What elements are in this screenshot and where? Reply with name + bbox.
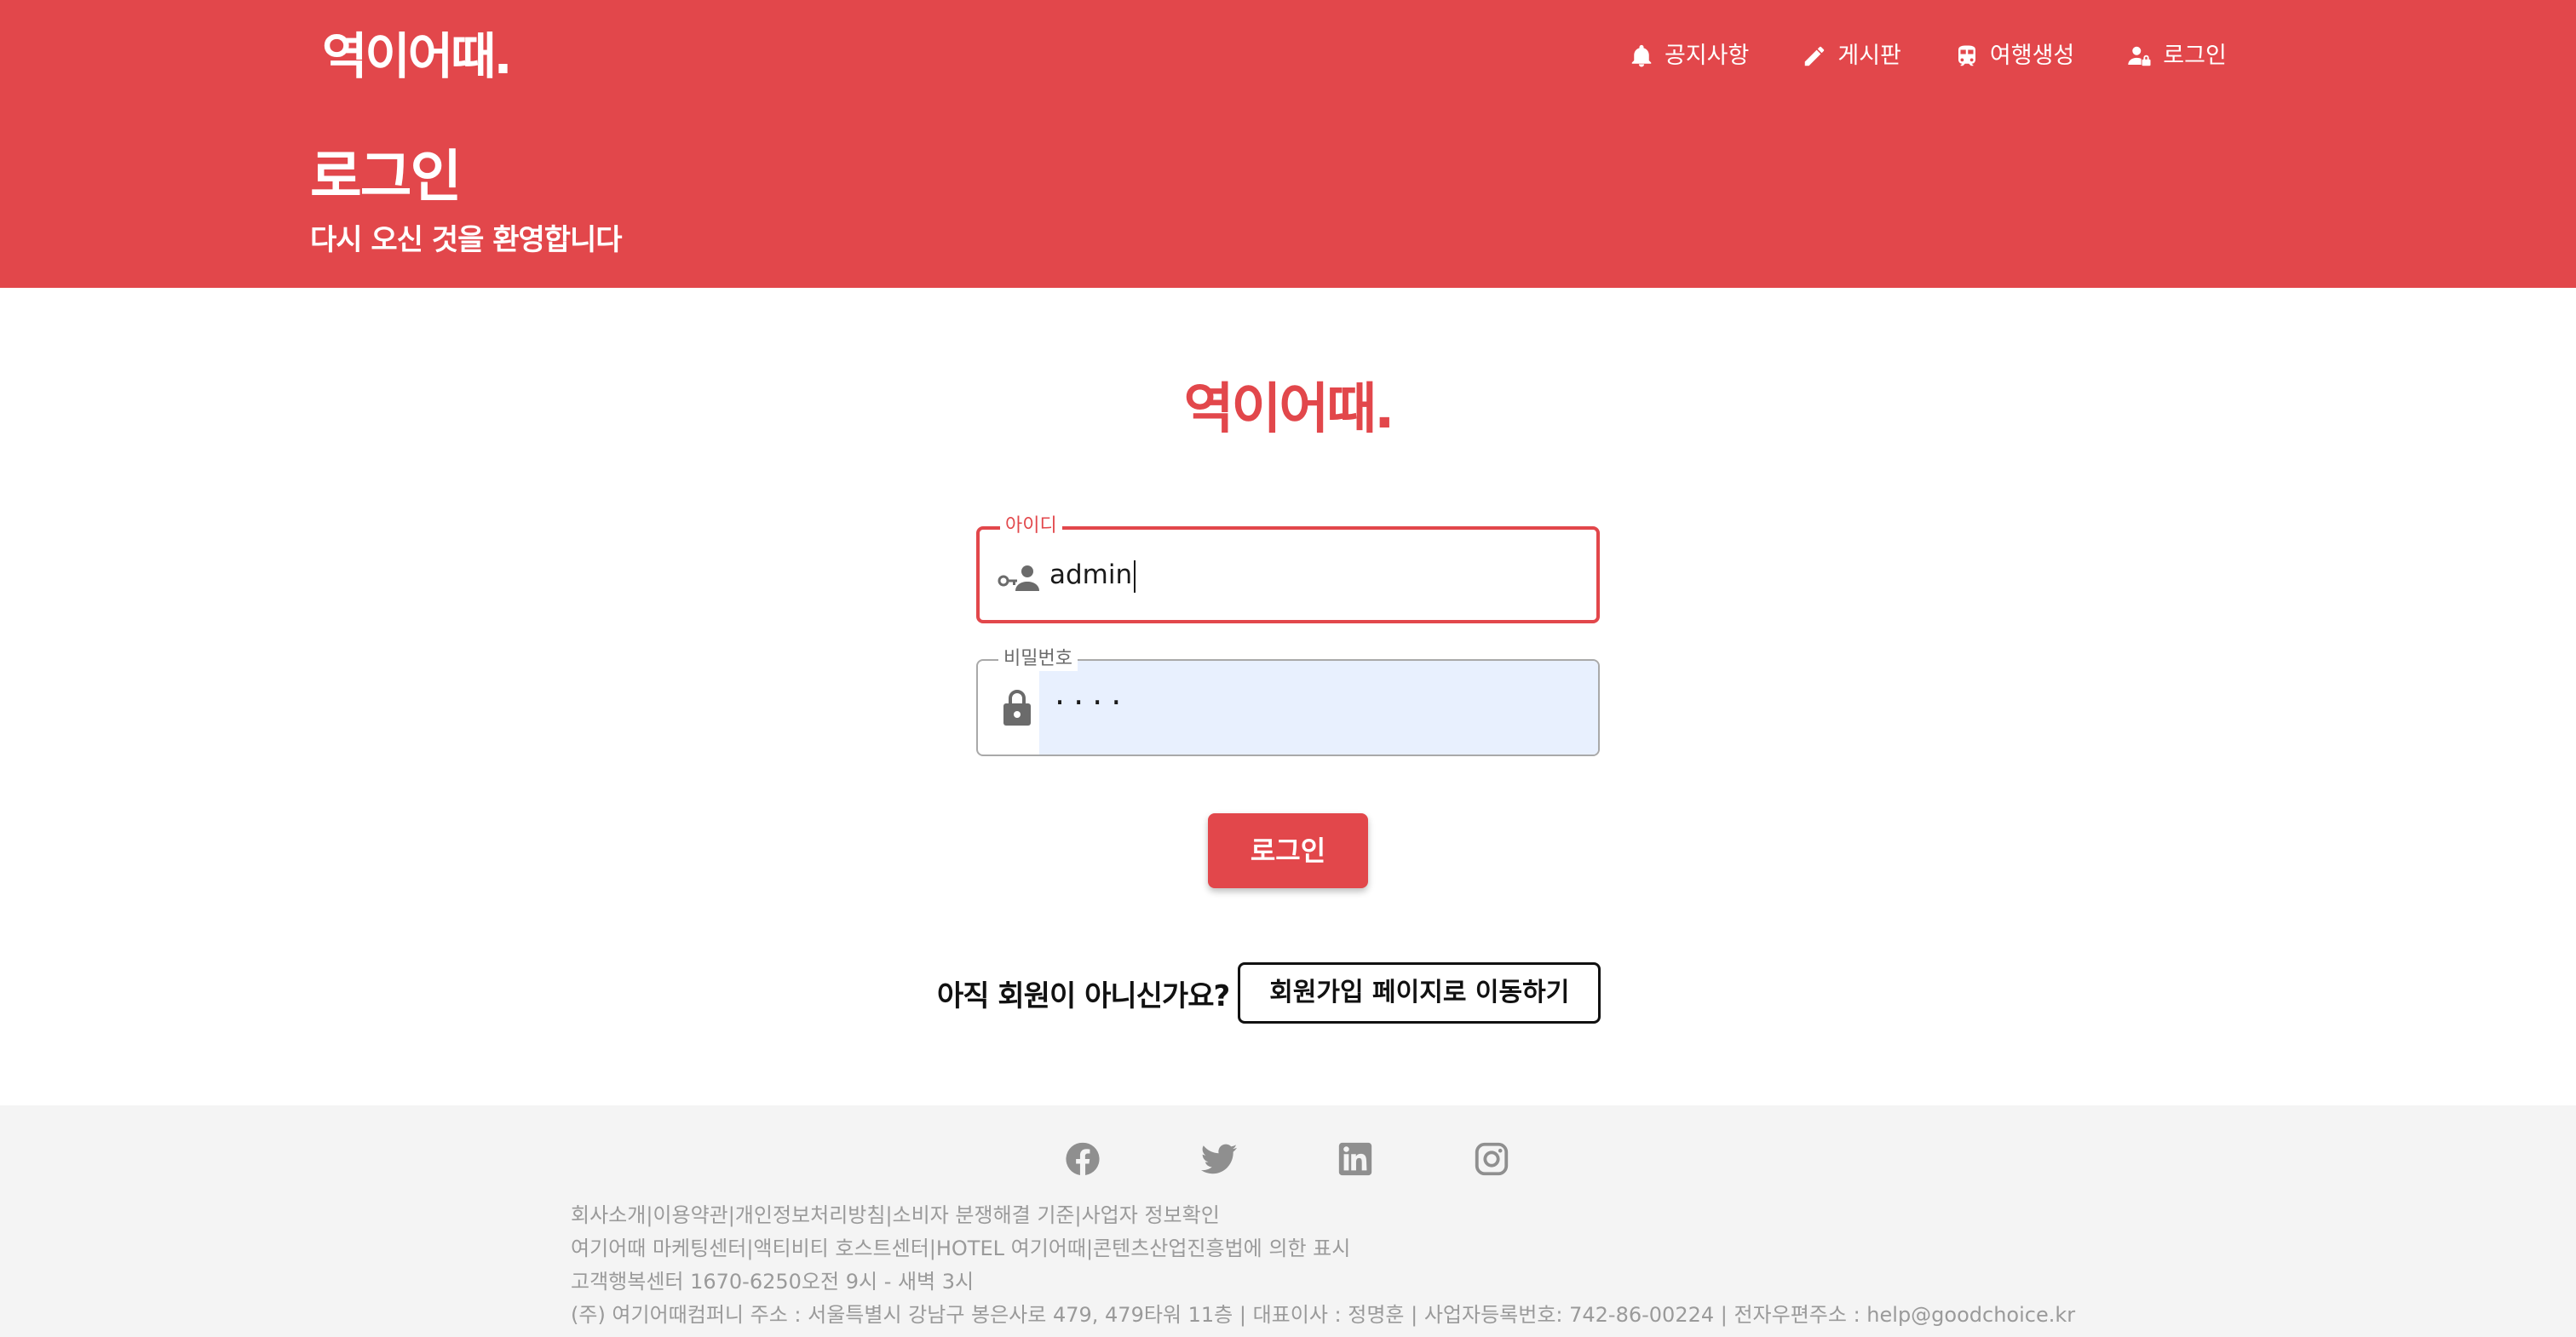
footer-company-info: (주) 여기어때컴퍼니 주소 : 서울특별시 강남구 봉은사로 479, 479…: [571, 1303, 2076, 1327]
id-input[interactable]: admin: [1049, 554, 1136, 596]
signup-button[interactable]: 회원가입 페이지로 이동하기: [1238, 962, 1601, 1024]
train-icon: [1958, 45, 1975, 66]
nav-item-login[interactable]: 로그인: [2127, 32, 2227, 80]
page-footer: 회사소개|이용약관|개인정보처리방침|소비자 분쟁해결 기준|사업자 정보확인 …: [0, 1105, 2576, 1337]
instagram-link[interactable]: [1472, 1139, 1511, 1179]
pencil-icon: [1805, 46, 1825, 66]
facebook-icon: [1066, 1142, 1100, 1175]
password-input[interactable]: ····: [1055, 681, 1130, 724]
id-field-label: 아이디: [1000, 514, 1062, 538]
password-field[interactable]: 비밀번호 ····: [976, 647, 1600, 756]
twitter-link[interactable]: [1199, 1139, 1239, 1179]
user-key-icon: [998, 565, 1039, 591]
twitter-icon: [1200, 1144, 1238, 1174]
facebook-link[interactable]: [1063, 1139, 1102, 1179]
nav-item-create-trip[interactable]: 여행생성: [1954, 32, 2074, 80]
page-header: 역이어때. 공지사항 게시판 여행생성 로그인 로그인 다시 오신 것을 환영합…: [0, 0, 2576, 288]
signup-question: 아직 회원이 아니신가요?: [937, 978, 1230, 1013]
footer-partner-links[interactable]: 여기어때 마케팅센터|액티비티 호스트센터|HOTEL 여기어때|콘텐츠산업진흥…: [571, 1232, 2075, 1265]
bell-icon: [1631, 44, 1652, 67]
login-logo: 역이어때.: [1183, 378, 1395, 441]
page-subtitle: 다시 오신 것을 환영합니다: [310, 223, 623, 257]
nav-item-label: 공지사항: [1665, 43, 1750, 69]
footer-links[interactable]: 회사소개|이용약관|개인정보처리방침|소비자 분쟁해결 기준|사업자 정보확인: [571, 1199, 2075, 1232]
lock-icon: [1003, 690, 1031, 726]
nav-item-label: 로그인: [2163, 43, 2227, 69]
instagram-icon: [1475, 1142, 1509, 1176]
social-links: [1063, 1139, 1511, 1179]
id-field[interactable]: 아이디 admin: [976, 514, 1600, 623]
nav-item-notice[interactable]: 공지사항: [1629, 32, 1749, 80]
page-title: 로그인: [310, 144, 462, 209]
footer-info: 회사소개|이용약관|개인정보처리방침|소비자 분쟁해결 기준|사업자 정보확인 …: [571, 1199, 2075, 1332]
footer-customer-center: 고객행복센터 1670-6250오전 9시 - 새벽 3시: [571, 1270, 975, 1294]
password-field-label: 비밀번호: [998, 647, 1078, 671]
user-lock-icon: [2128, 46, 2151, 66]
nav-item-label: 여행생성: [1989, 43, 2075, 69]
nav-item-label: 게시판: [1837, 43, 1901, 69]
linkedin-link[interactable]: [1336, 1139, 1375, 1179]
brand-logo[interactable]: 역이어때.: [322, 22, 512, 90]
login-button[interactable]: 로그인: [1208, 813, 1368, 888]
linkedin-icon: [1338, 1142, 1372, 1176]
nav-item-board[interactable]: 게시판: [1802, 32, 1901, 80]
signup-prompt: 아직 회원이 아니신가요? 회원가입 페이지로 이동하기: [937, 962, 1601, 1024]
top-nav: 공지사항 게시판 여행생성 로그인: [1629, 32, 2227, 80]
